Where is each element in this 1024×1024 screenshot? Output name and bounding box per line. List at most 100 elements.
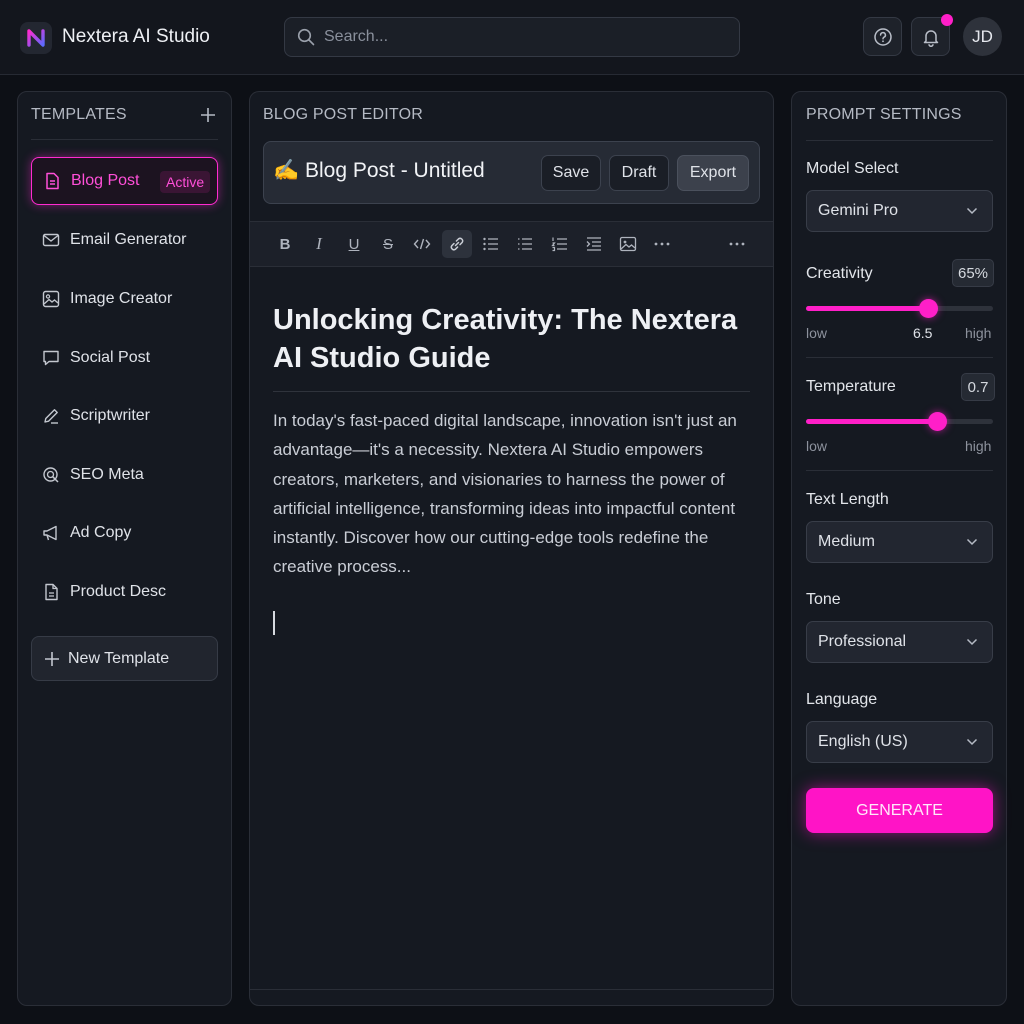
slider-thumb[interactable] — [927, 412, 947, 431]
bulleted-list-button[interactable] — [476, 230, 506, 258]
chevron-down-icon — [966, 538, 978, 546]
slider-fill — [806, 419, 937, 424]
editor-footer-divider — [250, 989, 773, 990]
temperature-low-label: low — [806, 438, 828, 454]
image-icon — [619, 236, 637, 252]
plus-icon — [201, 108, 215, 122]
help-icon — [873, 27, 893, 47]
divider — [806, 470, 993, 471]
save-button[interactable]: Save — [541, 155, 601, 191]
template-item-email-generator[interactable]: Email Generator — [31, 216, 218, 264]
chevron-down-icon — [966, 207, 978, 215]
creativity-value: 65% — [952, 259, 994, 287]
new-template-label: New Template — [68, 649, 170, 667]
language-select[interactable]: English (US) — [806, 721, 993, 763]
link-button[interactable] — [442, 230, 472, 258]
temperature-label: Temperature — [806, 378, 896, 395]
search-icon — [297, 28, 315, 46]
tone-value: Professional — [818, 633, 907, 650]
more-options-button[interactable] — [647, 230, 677, 258]
template-item-ad-copy[interactable]: Ad Copy — [31, 509, 218, 557]
underline-button[interactable]: U — [339, 230, 369, 258]
temperature-value: 0.7 — [961, 373, 995, 401]
template-label: Scriptwriter — [70, 407, 151, 424]
notifications-button[interactable] — [911, 14, 953, 56]
help-button[interactable] — [863, 17, 902, 56]
indent-icon — [586, 237, 601, 251]
search-input[interactable] — [324, 18, 739, 56]
image-icon — [41, 289, 61, 309]
document-title[interactable]: ✍️ Blog Post - Untitled — [273, 159, 485, 183]
active-badge: Active — [160, 171, 211, 193]
chat-bubble-icon — [41, 348, 61, 368]
editor-panel-title: BLOG POST EDITOR — [263, 106, 423, 123]
template-item-scriptwriter[interactable]: Scriptwriter — [31, 392, 218, 440]
notification-dot — [941, 14, 953, 26]
add-template-button[interactable] — [199, 106, 217, 124]
document-icon — [42, 171, 62, 191]
template-label: Product Desc — [70, 583, 167, 600]
list-button[interactable] — [510, 230, 540, 258]
temperature-slider[interactable] — [806, 412, 993, 431]
user-avatar[interactable]: JD — [963, 17, 1002, 56]
template-label: Image Creator — [70, 290, 173, 307]
chevron-down-icon — [966, 638, 978, 646]
text-length-select[interactable]: Medium — [806, 521, 993, 563]
divider — [31, 139, 218, 140]
template-label: Blog Post — [71, 172, 140, 189]
indent-button[interactable] — [579, 230, 609, 258]
megaphone-icon — [41, 523, 61, 543]
editor-heading[interactable]: Unlocking Creativity: The Nextera AI Stu… — [273, 301, 753, 377]
template-label: Social Post — [70, 349, 151, 366]
ellipsis-icon — [729, 242, 745, 246]
template-item-blog-post[interactable]: Blog Post Active — [31, 157, 218, 205]
model-select[interactable]: Gemini Pro — [806, 190, 993, 232]
text-cursor — [273, 611, 275, 635]
search-bar[interactable] — [284, 17, 740, 57]
bulleted-list-icon — [483, 237, 498, 251]
file-text-icon — [41, 582, 61, 602]
draft-button[interactable]: Draft — [609, 155, 669, 191]
template-item-image-creator[interactable]: Image Creator — [31, 275, 218, 323]
new-template-button[interactable]: New Template — [31, 636, 218, 681]
template-label: Email Generator — [70, 231, 187, 248]
templates-title: TEMPLATES — [31, 106, 127, 123]
model-select-value: Gemini Pro — [818, 202, 899, 219]
text-length-label: Text Length — [806, 491, 889, 508]
divider — [806, 140, 993, 141]
italic-button[interactable]: I — [304, 230, 334, 258]
list-icon — [518, 238, 532, 250]
template-item-seo-meta[interactable]: SEO Meta — [31, 451, 218, 499]
top-bar: Nextera AI Studio JD — [0, 0, 1024, 75]
creativity-low-label: low — [806, 325, 828, 341]
overflow-menu-button[interactable] — [722, 230, 752, 258]
creativity-slider[interactable] — [806, 299, 993, 318]
export-button[interactable]: Export — [677, 155, 749, 191]
bell-icon — [921, 27, 941, 47]
chevron-down-icon — [966, 738, 978, 746]
app-logo-icon — [20, 22, 52, 54]
template-item-product-desc[interactable]: Product Desc — [31, 568, 218, 616]
creativity-label: Creativity — [806, 265, 873, 282]
template-item-social-post[interactable]: Social Post — [31, 334, 218, 382]
language-value: English (US) — [818, 733, 908, 750]
slider-thumb[interactable] — [918, 299, 938, 318]
plus-icon — [44, 651, 60, 667]
numbered-list-icon — [551, 237, 567, 252]
insert-image-button[interactable] — [613, 230, 643, 258]
numbered-list-button[interactable] — [545, 230, 575, 258]
divider — [806, 357, 993, 358]
pencil-icon — [41, 406, 61, 426]
tone-select[interactable]: Professional — [806, 621, 993, 663]
text-length-value: Medium — [818, 533, 875, 550]
seo-search-icon — [41, 465, 61, 485]
code-button[interactable] — [407, 230, 437, 258]
strikethrough-button[interactable]: S — [373, 230, 403, 258]
settings-title: PROMPT SETTINGS — [806, 106, 962, 123]
code-icon — [413, 238, 431, 250]
creativity-high-label: high — [965, 325, 992, 341]
bold-button[interactable]: B — [270, 230, 300, 258]
generate-button[interactable]: GENERATE — [806, 788, 993, 833]
editor-body-text[interactable]: In today's fast-paced digital landscape,… — [273, 406, 757, 582]
creativity-mid-label: 6.5 — [913, 325, 933, 341]
